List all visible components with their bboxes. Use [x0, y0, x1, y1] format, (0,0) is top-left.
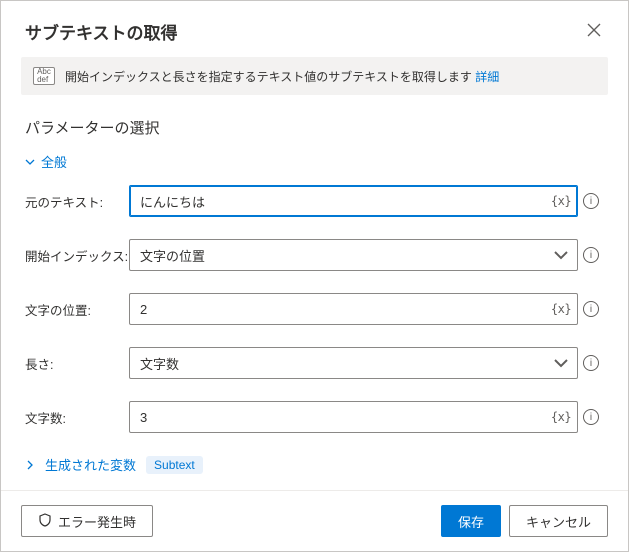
save-button[interactable]: 保存 — [441, 505, 501, 537]
variable-picker-icon[interactable]: {x} — [552, 192, 570, 210]
chevron-down-icon — [552, 354, 570, 372]
label-char-count: 文字数: — [25, 408, 129, 427]
close-button[interactable] — [580, 17, 608, 45]
label-start-index: 開始インデックス: — [25, 246, 129, 265]
generated-variables[interactable]: 生成された変数 Subtext — [25, 455, 604, 474]
save-label: 保存 — [458, 512, 484, 531]
char-position-input[interactable] — [129, 293, 578, 325]
chevron-right-icon — [25, 460, 35, 470]
row-char-count: 文字数: {x} i — [25, 401, 604, 433]
info-link[interactable]: 詳細 — [475, 70, 499, 84]
info-icon[interactable]: i — [583, 247, 599, 263]
info-icon[interactable]: i — [583, 355, 599, 371]
group-general[interactable]: 全般 — [25, 152, 604, 171]
original-text-input[interactable] — [129, 185, 578, 217]
row-char-position: 文字の位置: {x} i — [25, 293, 604, 325]
dialog-body: パラメーターの選択 全般 元のテキスト: {x} i 開始インデックス: 文字の… — [1, 107, 628, 490]
length-value: 文字数 — [140, 354, 179, 373]
dialog-footer: エラー発生時 保存 キャンセル — [1, 490, 628, 551]
cancel-button[interactable]: キャンセル — [509, 505, 608, 537]
start-index-value: 文字の位置 — [140, 246, 205, 265]
row-start-index: 開始インデックス: 文字の位置 i — [25, 239, 604, 271]
char-count-input[interactable] — [129, 401, 578, 433]
info-icon[interactable]: i — [583, 193, 599, 209]
start-index-select[interactable]: 文字の位置 — [129, 239, 578, 271]
info-text: 開始インデックスと長さを指定するテキスト値のサブテキストを取得します — [65, 70, 472, 84]
label-original-text: 元のテキスト: — [25, 192, 129, 211]
close-icon — [587, 23, 601, 40]
shield-icon — [38, 513, 52, 530]
chevron-down-icon — [25, 157, 35, 167]
cancel-label: キャンセル — [526, 512, 591, 531]
row-original-text: 元のテキスト: {x} i — [25, 185, 604, 217]
on-error-button[interactable]: エラー発生時 — [21, 505, 153, 537]
dialog-title: サブテキストの取得 — [25, 19, 178, 44]
label-length: 長さ: — [25, 354, 129, 373]
on-error-label: エラー発生時 — [58, 512, 136, 531]
label-char-position: 文字の位置: — [25, 300, 129, 319]
section-title: パラメーターの選択 — [25, 117, 604, 138]
info-icon[interactable]: i — [583, 409, 599, 425]
variable-picker-icon[interactable]: {x} — [552, 408, 570, 426]
variable-picker-icon[interactable]: {x} — [552, 300, 570, 318]
chevron-down-icon — [552, 246, 570, 264]
dialog: サブテキストの取得 Abcdef 開始インデックスと長さを指定するテキスト値のサ… — [0, 0, 629, 552]
info-icon[interactable]: i — [583, 301, 599, 317]
generated-variables-label: 生成された変数 — [45, 455, 136, 474]
group-general-label: 全般 — [41, 152, 67, 171]
row-length: 長さ: 文字数 i — [25, 347, 604, 379]
variable-badge[interactable]: Subtext — [146, 456, 203, 474]
text-action-icon: Abcdef — [33, 67, 55, 85]
info-banner: Abcdef 開始インデックスと長さを指定するテキスト値のサブテキストを取得しま… — [21, 57, 608, 95]
length-select[interactable]: 文字数 — [129, 347, 578, 379]
info-text-wrap: 開始インデックスと長さを指定するテキスト値のサブテキストを取得します 詳細 — [65, 68, 499, 85]
dialog-header: サブテキストの取得 — [1, 1, 628, 57]
